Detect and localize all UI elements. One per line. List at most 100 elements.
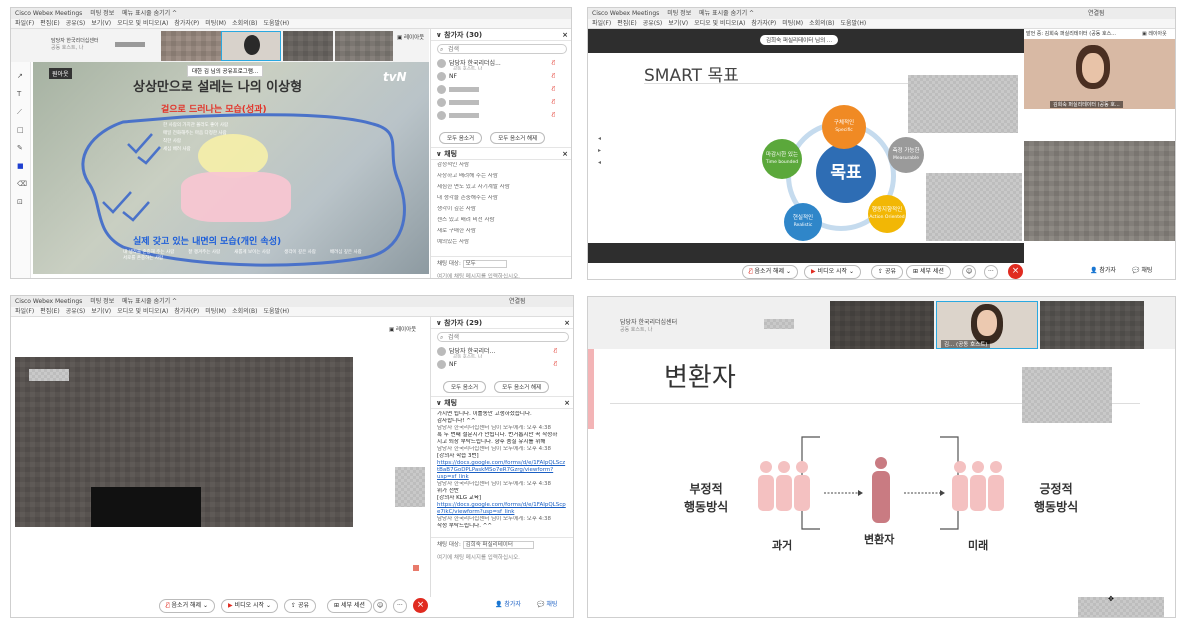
- menu-item[interactable]: 미팅(M): [205, 308, 226, 315]
- mic-icon[interactable]: 🎙̸: [552, 83, 555, 96]
- menu-item[interactable]: 소회의(B): [232, 308, 257, 315]
- chat-input[interactable]: 여기에 채팅 메시지를 입력하십시오.: [431, 269, 571, 278]
- chat-message[interactable]: usp=sf_link: [431, 474, 573, 481]
- mic-icon[interactable]: 🎙̸: [552, 70, 555, 83]
- participant-row[interactable]: 담당자 한국리더... 공동 호스트, 나 🎙̸: [431, 345, 573, 358]
- mic-icon[interactable]: 🎙̸: [552, 57, 555, 70]
- mic-icon[interactable]: 🎙̸: [554, 345, 557, 358]
- speaker-video[interactable]: 김희숙 퍼실리테이터 (공동 호...: [1024, 39, 1175, 109]
- participant-row[interactable]: 🎙̸: [431, 83, 571, 96]
- participant-grid[interactable]: [1024, 141, 1175, 241]
- participants-button[interactable]: 👤 참가자: [1084, 265, 1122, 279]
- unmute-all-button[interactable]: 모두 음소거 해제: [494, 381, 550, 393]
- pointer-icon[interactable]: ↗: [17, 72, 23, 80]
- participant-row[interactable]: 담당자 한국리더십... 공동 호스트, 나 🎙̸: [431, 57, 571, 70]
- reaction-button[interactable]: ☺: [373, 599, 388, 613]
- video-thumb-3[interactable]: [335, 31, 393, 61]
- hide-menu-link[interactable]: 메뉴 표시줄 숨기기 ^: [122, 10, 177, 17]
- participants-header[interactable]: ∨ 참가자 (29) ×: [431, 317, 573, 329]
- meeting-info-link[interactable]: 미팅 정보: [90, 298, 114, 305]
- menu-item[interactable]: 오디오 및 비디오(A): [117, 20, 168, 27]
- menu-item[interactable]: 소회의(B): [232, 20, 257, 27]
- menu-item[interactable]: 소회의(B): [809, 20, 834, 27]
- menu-item[interactable]: 참가자(P): [174, 20, 199, 27]
- unmute-all-button[interactable]: 모두 음소거 해제: [490, 132, 546, 144]
- menu-item[interactable]: 파일(F): [15, 20, 34, 27]
- breakout-button[interactable]: ⊞ 세부 세션: [906, 265, 951, 279]
- participant-row[interactable]: NF 🎙̸: [431, 358, 573, 371]
- mic-icon[interactable]: 🎙̸: [552, 109, 555, 122]
- chat-message[interactable]: https://docs.google.com/forms/d/e/1FAIpQ…: [431, 460, 573, 467]
- chat-message[interactable]: tBaB7GoDPLPaskMSo7eR7Gzrg/viewform?: [431, 467, 573, 474]
- shape-icon[interactable]: □: [17, 126, 24, 134]
- end-call-button[interactable]: ×: [1008, 264, 1023, 279]
- menu-item[interactable]: 공유(S): [66, 308, 86, 315]
- participant-search[interactable]: 검색: [437, 44, 567, 54]
- layout-button[interactable]: ▣ 레이아웃: [397, 33, 424, 41]
- menu-item[interactable]: 미팅(M): [205, 20, 226, 27]
- chat-to-select[interactable]: 모두: [462, 260, 507, 268]
- video-button[interactable]: ▶ 비디오 시작 ⌄: [804, 265, 861, 279]
- chat-header[interactable]: ∨ 채팅 ×: [431, 148, 571, 160]
- video-thumb-2[interactable]: [283, 31, 333, 61]
- menu-item[interactable]: 미팅(M): [782, 20, 803, 27]
- chat-header[interactable]: ∨ 채팅 ×: [431, 397, 573, 409]
- menu-item[interactable]: 참가자(P): [751, 20, 776, 27]
- menu-item[interactable]: 보기(V): [91, 308, 111, 315]
- more-button[interactable]: ···: [984, 265, 998, 279]
- mute-button[interactable]: 🎙̸ 음소거 해제 ⌄: [159, 599, 215, 613]
- layout-button[interactable]: ▣ 레이아웃: [1142, 30, 1167, 37]
- mute-all-button[interactable]: 모두 음소거: [439, 132, 483, 144]
- menu-item[interactable]: 보기(V): [668, 20, 688, 27]
- menu-item[interactable]: 보기(V): [91, 20, 111, 27]
- menu-item[interactable]: 편집(E): [617, 20, 637, 27]
- participant-search[interactable]: 검색: [437, 332, 569, 342]
- menu-item[interactable]: 도움말(H): [840, 20, 866, 27]
- mute-all-button[interactable]: 모두 음소거: [443, 381, 487, 393]
- layout-button[interactable]: ▣ 레이아웃: [389, 325, 416, 333]
- more-button[interactable]: ···: [393, 599, 407, 613]
- pen-icon[interactable]: ✎: [17, 144, 23, 152]
- chat-button[interactable]: 💬 채팅: [531, 599, 564, 613]
- menu-item[interactable]: 오디오 및 비디오(A): [117, 308, 168, 315]
- meeting-info-link[interactable]: 미팅 정보: [90, 10, 114, 17]
- participants-header[interactable]: ∨ 참가자 (30) ×: [431, 29, 571, 41]
- hide-menu-link[interactable]: 메뉴 표시줄 숨기기 ^: [699, 10, 754, 17]
- menu-item[interactable]: 참가자(P): [174, 308, 199, 315]
- menu-item[interactable]: 공유(S): [643, 20, 663, 27]
- breakout-button[interactable]: ⊞ 세부 세션: [327, 599, 372, 613]
- video-thumb-active[interactable]: [221, 31, 281, 61]
- end-call-button[interactable]: ×: [413, 598, 428, 613]
- text-icon[interactable]: T: [17, 90, 21, 98]
- share-button[interactable]: ⇪ 공유: [284, 599, 316, 613]
- chat-button[interactable]: 💬 채팅: [1126, 265, 1159, 279]
- chat-input[interactable]: 여기에 채팅 메시지를 입력하십시오.: [431, 550, 573, 564]
- menu-item[interactable]: 파일(F): [15, 308, 34, 315]
- menu-item[interactable]: 편집(E): [40, 20, 60, 27]
- eraser-icon[interactable]: ⌫: [17, 180, 27, 188]
- menu-item[interactable]: 오디오 및 비디오(A): [694, 20, 745, 27]
- chat-message[interactable]: e7ikC/viewform?usp=sf_link: [431, 509, 573, 516]
- share-button[interactable]: ⇪ 공유: [871, 265, 903, 279]
- meeting-info-link[interactable]: 미팅 정보: [667, 10, 691, 17]
- chat-to-select[interactable]: 김희숙 퍼실리테이터: [462, 541, 534, 549]
- line-icon[interactable]: ⟋: [17, 108, 22, 117]
- mic-icon[interactable]: 🎙̸: [554, 358, 557, 371]
- video-thumb-1[interactable]: [161, 31, 221, 61]
- participant-row[interactable]: 🎙̸: [431, 109, 571, 122]
- menu-item[interactable]: 도움말(H): [263, 20, 289, 27]
- participant-row[interactable]: 🎙̸: [431, 96, 571, 109]
- menu-item[interactable]: 공유(S): [66, 20, 86, 27]
- save-icon[interactable]: ⊡: [17, 198, 23, 206]
- hide-menu-link[interactable]: 메뉴 표시줄 숨기기 ^: [122, 298, 177, 305]
- participant-row[interactable]: NF 🎙̸: [431, 70, 571, 83]
- mute-button[interactable]: 🎙̸ 음소거 해제 ⌄: [742, 265, 798, 279]
- video-button[interactable]: ▶ 비디오 시작 ⌄: [221, 599, 278, 613]
- menu-item[interactable]: 파일(F): [592, 20, 611, 27]
- chat-message[interactable]: https://docs.google.com/forms/d/e/1FAIpQ…: [431, 502, 573, 509]
- menu-item[interactable]: 편집(E): [40, 308, 60, 315]
- menu-item[interactable]: 도움말(H): [263, 308, 289, 315]
- mic-icon[interactable]: 🎙̸: [552, 96, 555, 109]
- reaction-button[interactable]: ☺: [962, 265, 977, 279]
- share-banner[interactable]: 김희숙 퍼실리테이터 님의 ...: [760, 35, 839, 45]
